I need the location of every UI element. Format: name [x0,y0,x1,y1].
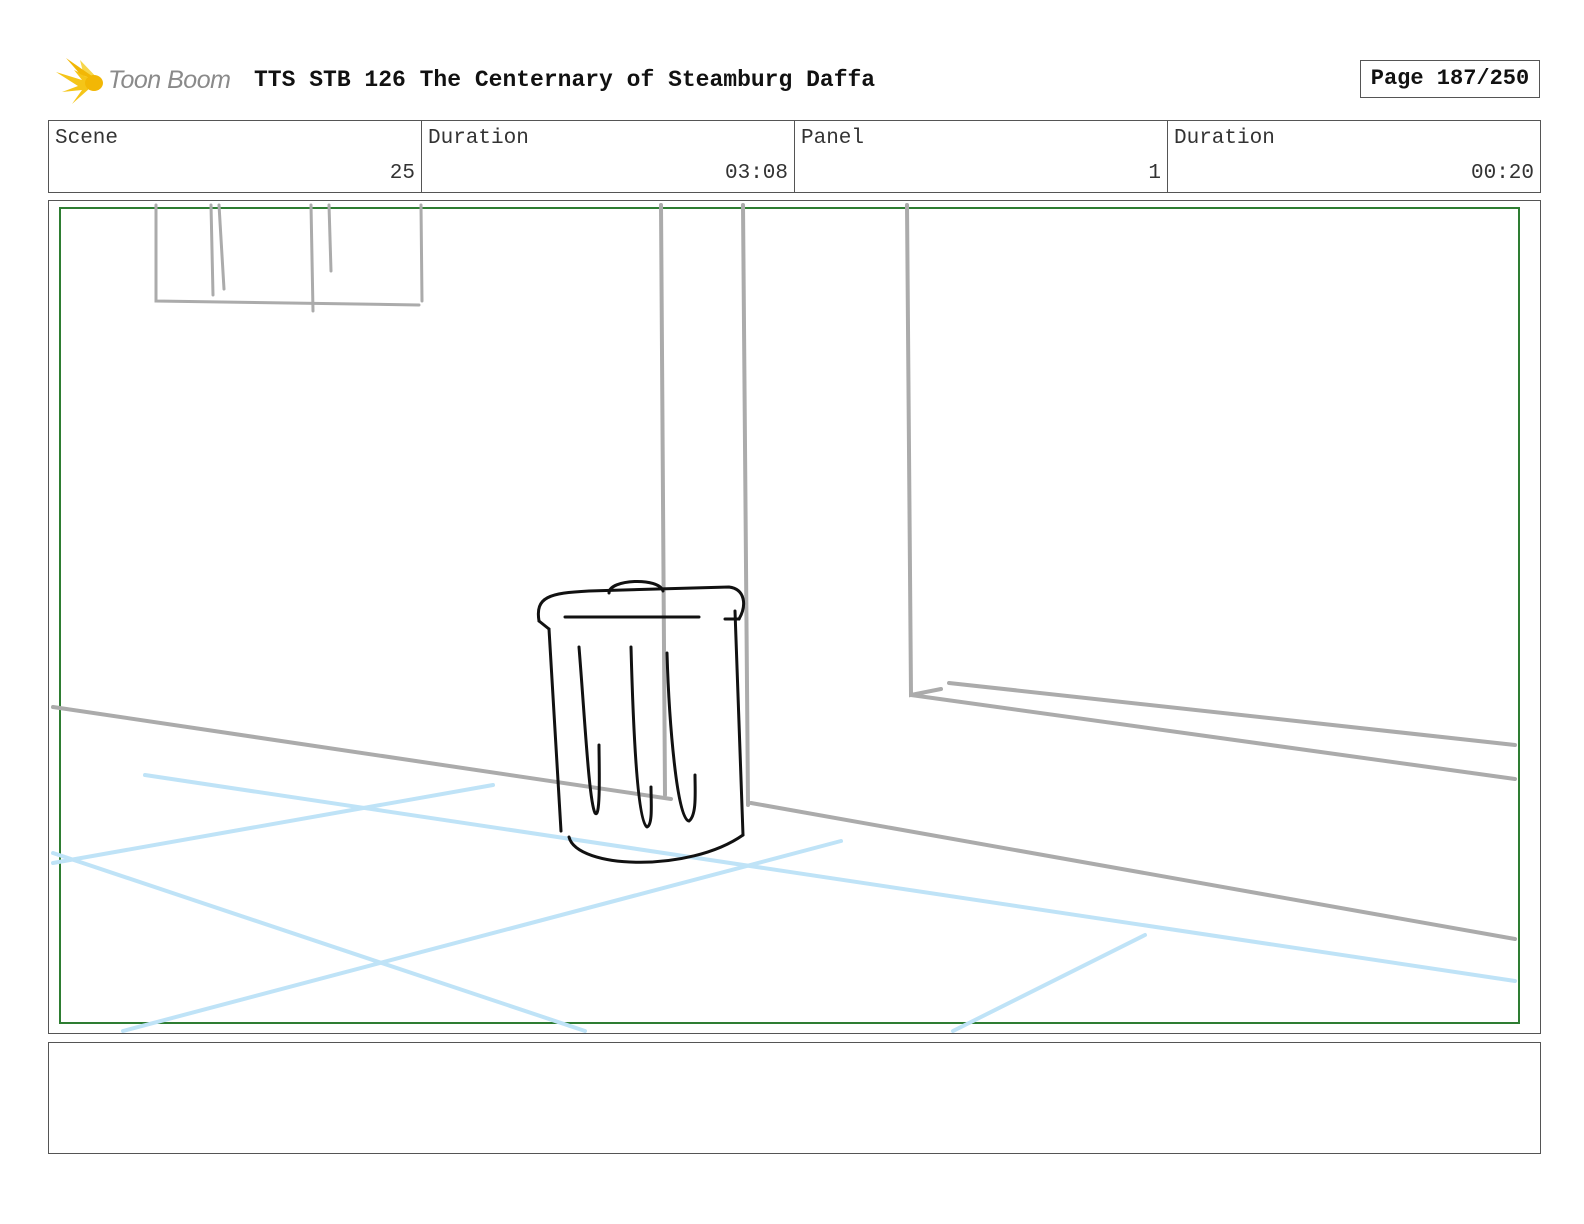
floor-tiles-sketch [51,773,1517,1033]
scene-duration-value: 03:08 [724,162,788,185]
toon-boom-logo: Toon Boom [52,56,242,106]
scene-label: Scene [55,127,119,150]
scene-info-table: Scene 25 Duration 03:08 Panel 1 Duration… [48,120,1541,193]
document-title: TTS STB 126 The Centernary of Steamburg … [254,67,876,93]
panel-notes-box [48,1042,1541,1154]
window-sketch [154,203,424,313]
panel-value: 1 [1148,162,1161,185]
panel-duration-label: Duration [1174,127,1275,150]
panel-sketch [51,203,1520,1033]
scene-duration-label: Duration [428,127,529,150]
starburst-logo-icon [56,58,103,104]
panel-duration-value: 00:20 [1470,162,1534,185]
page-indicator: Page 187/250 [1360,60,1540,98]
storyboard-panel [48,200,1541,1034]
scene-duration-cell: Duration 03:08 [422,121,795,192]
panel-cell: Panel 1 [795,121,1168,192]
panel-duration-cell: Duration 00:20 [1168,121,1540,192]
wall-sketch [51,203,1517,941]
page-header: Toon Boom TTS STB 126 The Centernary of … [48,52,1540,108]
panel-label: Panel [801,127,865,150]
scene-value: 25 [389,162,415,185]
logo-text: Toon Boom [108,66,231,94]
scene-cell: Scene 25 [49,121,422,192]
trash-can-sketch [536,579,746,864]
